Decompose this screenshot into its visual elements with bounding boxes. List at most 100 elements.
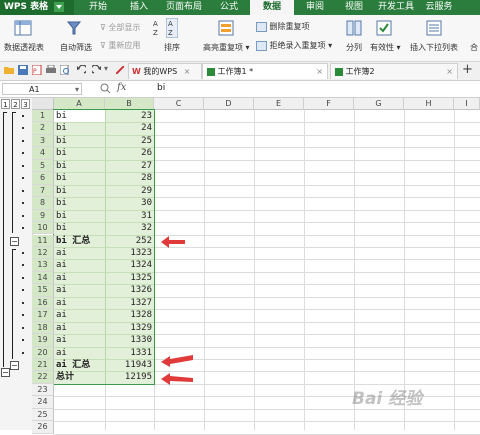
cell-b[interactable]: 27 <box>105 160 154 172</box>
outline-level-button[interactable]: 2 <box>11 99 20 109</box>
cell-a[interactable]: bi <box>54 160 105 172</box>
cell-a[interactable]: bi <box>54 110 105 122</box>
combine-button[interactable]: 合 <box>470 42 478 53</box>
close-tab-icon[interactable]: × <box>180 67 191 76</box>
cell-a[interactable]: ai <box>54 297 105 309</box>
row-header[interactable]: 4 <box>32 147 54 160</box>
cell-a[interactable]: bi 汇总 <box>54 235 105 247</box>
insert-dropdown-button[interactable]: 插入下拉列表 <box>410 42 458 53</box>
select-all-corner[interactable] <box>32 98 54 110</box>
cell-b[interactable]: 1326 <box>105 284 154 296</box>
cell-a[interactable]: bi <box>54 197 105 209</box>
cell-b[interactable]: 1323 <box>105 247 154 259</box>
column-header[interactable]: E <box>254 98 304 110</box>
row-header[interactable]: 16 <box>32 296 54 310</box>
row-header[interactable]: 6 <box>32 172 54 185</box>
row-header[interactable]: 26 <box>32 421 54 434</box>
cell-b[interactable]: 31 <box>105 210 154 222</box>
column-header[interactable]: G <box>354 98 404 110</box>
row-header[interactable]: 25 <box>32 408 54 422</box>
menu-tab[interactable]: 开发工具 <box>374 0 418 15</box>
doc-tab-workbook2[interactable]: 工作簿2 × <box>330 63 458 79</box>
new-tab-plus-icon[interactable]: + <box>462 62 473 77</box>
app-logo-button[interactable]: WPS 表格 <box>0 0 74 15</box>
row-header[interactable]: 5 <box>32 159 54 173</box>
cell-b[interactable] <box>105 396 154 408</box>
print-icon[interactable] <box>46 64 56 75</box>
menu-tab[interactable]: 页面布局 <box>160 0 208 15</box>
collapse-group-button[interactable]: − <box>1 368 10 378</box>
cell-b[interactable]: 1330 <box>105 334 154 346</box>
cell-b[interactable]: 23 <box>105 110 154 122</box>
cell-a[interactable]: ai <box>54 247 105 259</box>
validity-button[interactable]: 有效性 ▾ <box>370 42 401 53</box>
row-header[interactable]: 21 <box>32 359 54 372</box>
cell-b[interactable]: 11943 <box>105 359 154 371</box>
cell-a[interactable] <box>54 384 105 396</box>
menu-tab[interactable]: 插入 <box>120 0 158 15</box>
row-header[interactable]: 17 <box>32 309 54 322</box>
cell-a[interactable] <box>54 421 105 433</box>
cell-a[interactable]: 总计 <box>54 371 105 383</box>
autofilter-button[interactable]: 自动筛选 <box>60 42 92 53</box>
open-folder-icon[interactable] <box>4 65 14 75</box>
row-header[interactable]: 2 <box>32 122 54 135</box>
row-header[interactable]: 14 <box>32 271 54 285</box>
row-header[interactable]: 23 <box>32 383 54 397</box>
cell-b[interactable]: 12195 <box>105 371 154 383</box>
toolbar-more-icon[interactable]: ▾ <box>104 64 108 73</box>
cell-a[interactable]: bi <box>54 210 105 222</box>
sort-button[interactable]: 排序 <box>164 42 180 53</box>
row-header[interactable]: 7 <box>32 184 54 198</box>
cell-b[interactable]: 29 <box>105 185 154 197</box>
row-header[interactable]: 11 <box>32 234 54 247</box>
cell-a[interactable]: ai <box>54 259 105 271</box>
cell-b[interactable]: 1328 <box>105 309 154 321</box>
remove-duplicates-button[interactable]: 删除重复项 <box>256 21 310 32</box>
menu-tab[interactable]: 公式 <box>210 0 248 15</box>
cell-b[interactable]: 24 <box>105 122 154 134</box>
cell-b[interactable]: 30 <box>105 197 154 209</box>
menu-tab[interactable]: 开始 <box>78 0 118 15</box>
pdf-export-icon[interactable]: P <box>31 64 42 76</box>
column-header[interactable]: F <box>304 98 354 110</box>
formula-input[interactable]: bi <box>157 83 165 93</box>
cell-a[interactable] <box>54 396 105 408</box>
highlight-duplicates-button[interactable]: 高亮重复项 ▾ <box>203 42 250 53</box>
menu-tab[interactable]: 视图 <box>336 0 372 15</box>
cell-a[interactable]: ai <box>54 347 105 359</box>
outline-level-button[interactable]: 3 <box>21 99 30 109</box>
row-header[interactable]: 15 <box>32 284 54 297</box>
cell-b[interactable]: 1324 <box>105 259 154 271</box>
toolbar-format-icon[interactable] <box>115 65 125 75</box>
cell-a[interactable]: ai <box>54 322 105 334</box>
cell-b[interactable]: 28 <box>105 172 154 184</box>
close-tab-icon[interactable]: × <box>316 64 323 80</box>
row-header[interactable]: 1 <box>32 110 54 123</box>
cell-a[interactable] <box>54 409 105 421</box>
row-header[interactable]: 12 <box>32 246 54 260</box>
cell-b[interactable]: 1327 <box>105 297 154 309</box>
doc-tab-my-wps[interactable]: W 我的WPS × <box>128 63 202 79</box>
name-box[interactable]: A1 ▾ <box>2 83 82 95</box>
undo-icon[interactable] <box>76 64 88 75</box>
cell-b[interactable]: 32 <box>105 222 154 234</box>
insert-function-button[interactable]: fx <box>117 82 126 93</box>
cell-b[interactable]: 1331 <box>105 347 154 359</box>
column-header[interactable]: D <box>204 98 254 110</box>
cell-a[interactable]: bi <box>54 185 105 197</box>
close-tab-icon[interactable]: × <box>446 64 453 80</box>
cell-b[interactable]: 1325 <box>105 272 154 284</box>
redo-icon[interactable] <box>90 64 102 75</box>
cell-b[interactable]: 1329 <box>105 322 154 334</box>
row-header[interactable]: 19 <box>32 334 54 347</box>
cell-a[interactable]: ai <box>54 334 105 346</box>
row-header[interactable]: 8 <box>32 197 54 210</box>
cell-a[interactable]: ai 汇总 <box>54 359 105 371</box>
cell-a[interactable]: bi <box>54 135 105 147</box>
reject-duplicates-button[interactable]: 拒绝录入重复项 ▾ <box>256 40 332 51</box>
menu-tab[interactable]: 云服务 <box>418 0 460 15</box>
column-header[interactable]: C <box>154 98 204 110</box>
doc-tab-workbook1[interactable]: 工作簿1 * × <box>202 63 328 79</box>
cell-a[interactable]: ai <box>54 309 105 321</box>
